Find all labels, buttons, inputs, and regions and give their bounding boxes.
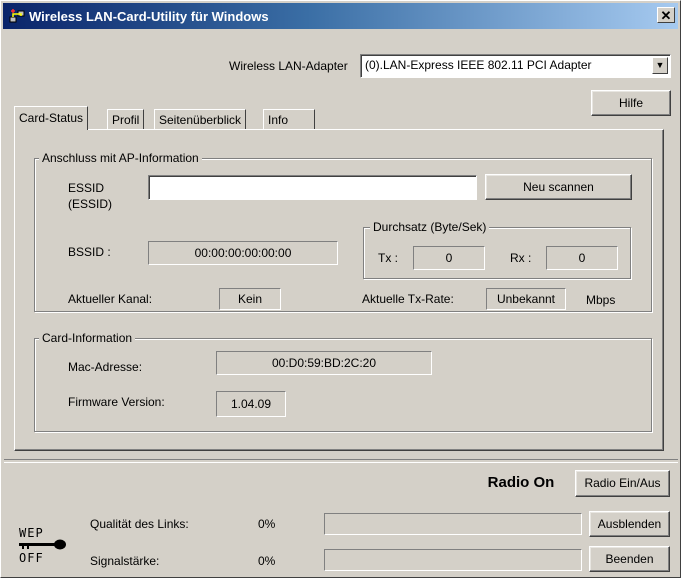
tab-overview[interactable]: Seitenüberblick [154,109,247,130]
channel-label: Aktueller Kanal: [68,292,153,306]
exit-button[interactable]: Beenden [589,546,670,572]
link-quality-bar [324,513,582,535]
bssid-value: 00:00:00:00:00:00 [148,241,338,265]
essid-field [148,175,477,200]
card-info-group-title: Card-Information [39,331,136,345]
link-quality-label: Qualität des Links: [90,517,189,531]
signal-bar [324,549,582,571]
wep-label: WEP [19,526,44,540]
app-window: Wireless LAN-Card-Utility für Windows ✕ … [0,0,681,578]
rx-value: 0 [546,246,618,270]
radio-toggle-button[interactable]: Radio Ein/Aus [575,470,670,497]
close-icon: ✕ [660,8,672,23]
hide-button[interactable]: Ausblenden [589,511,670,537]
signal-percent: 0% [258,554,276,568]
txrate-value: Unbekannt [486,288,566,310]
tab-info[interactable]: Info [263,109,315,130]
essid-label: ESSID (ESSID) [68,181,113,211]
rescan-button[interactable]: Neu scannen [485,174,632,200]
txrate-label: Aktuelle Tx-Rate: [362,292,454,306]
bssid-label: BSSID : [68,245,111,259]
firmware-label: Firmware Version: [68,395,165,409]
separator [4,459,678,463]
tx-label: Tx : [378,251,398,265]
channel-value: Kein [219,288,281,310]
adapter-selected-value: (0).LAN-Express IEEE 802.11 PCI Adapter [365,58,592,72]
throughput-group-title: Durchsatz (Byte/Sek) [370,220,490,234]
key-icon [19,539,66,550]
tab-profile[interactable]: Profil [107,109,145,130]
window-title: Wireless LAN-Card-Utility für Windows [29,9,269,24]
mac-value: 00:D0:59:BD:2C:20 [216,351,432,375]
signal-label: Signalstärke: [90,554,160,568]
chevron-down-icon[interactable]: ▼ [652,57,668,74]
network-app-icon [9,9,25,23]
help-button[interactable]: Hilfe [591,90,671,116]
link-quality-percent: 0% [258,517,276,531]
wep-indicator: WEP OFF [13,526,69,566]
wep-status: OFF [19,551,44,565]
tx-value: 0 [413,246,485,270]
txrate-unit: Mbps [586,293,616,307]
rx-label: Rx : [510,251,532,265]
title-bar[interactable]: Wireless LAN-Card-Utility für Windows ✕ [3,3,678,29]
radio-status: Radio On [477,468,565,498]
mac-label: Mac-Adresse: [68,360,143,374]
ap-info-group-title: Anschluss mit AP-Information [39,151,202,165]
tab-card-status[interactable]: Card-Status [14,106,89,130]
adapter-dropdown[interactable]: (0).LAN-Express IEEE 802.11 PCI Adapter … [360,54,671,78]
firmware-value: 1.04.09 [216,391,286,417]
adapter-label: Wireless LAN-Adapter [229,59,348,73]
close-button[interactable]: ✕ [657,7,675,23]
